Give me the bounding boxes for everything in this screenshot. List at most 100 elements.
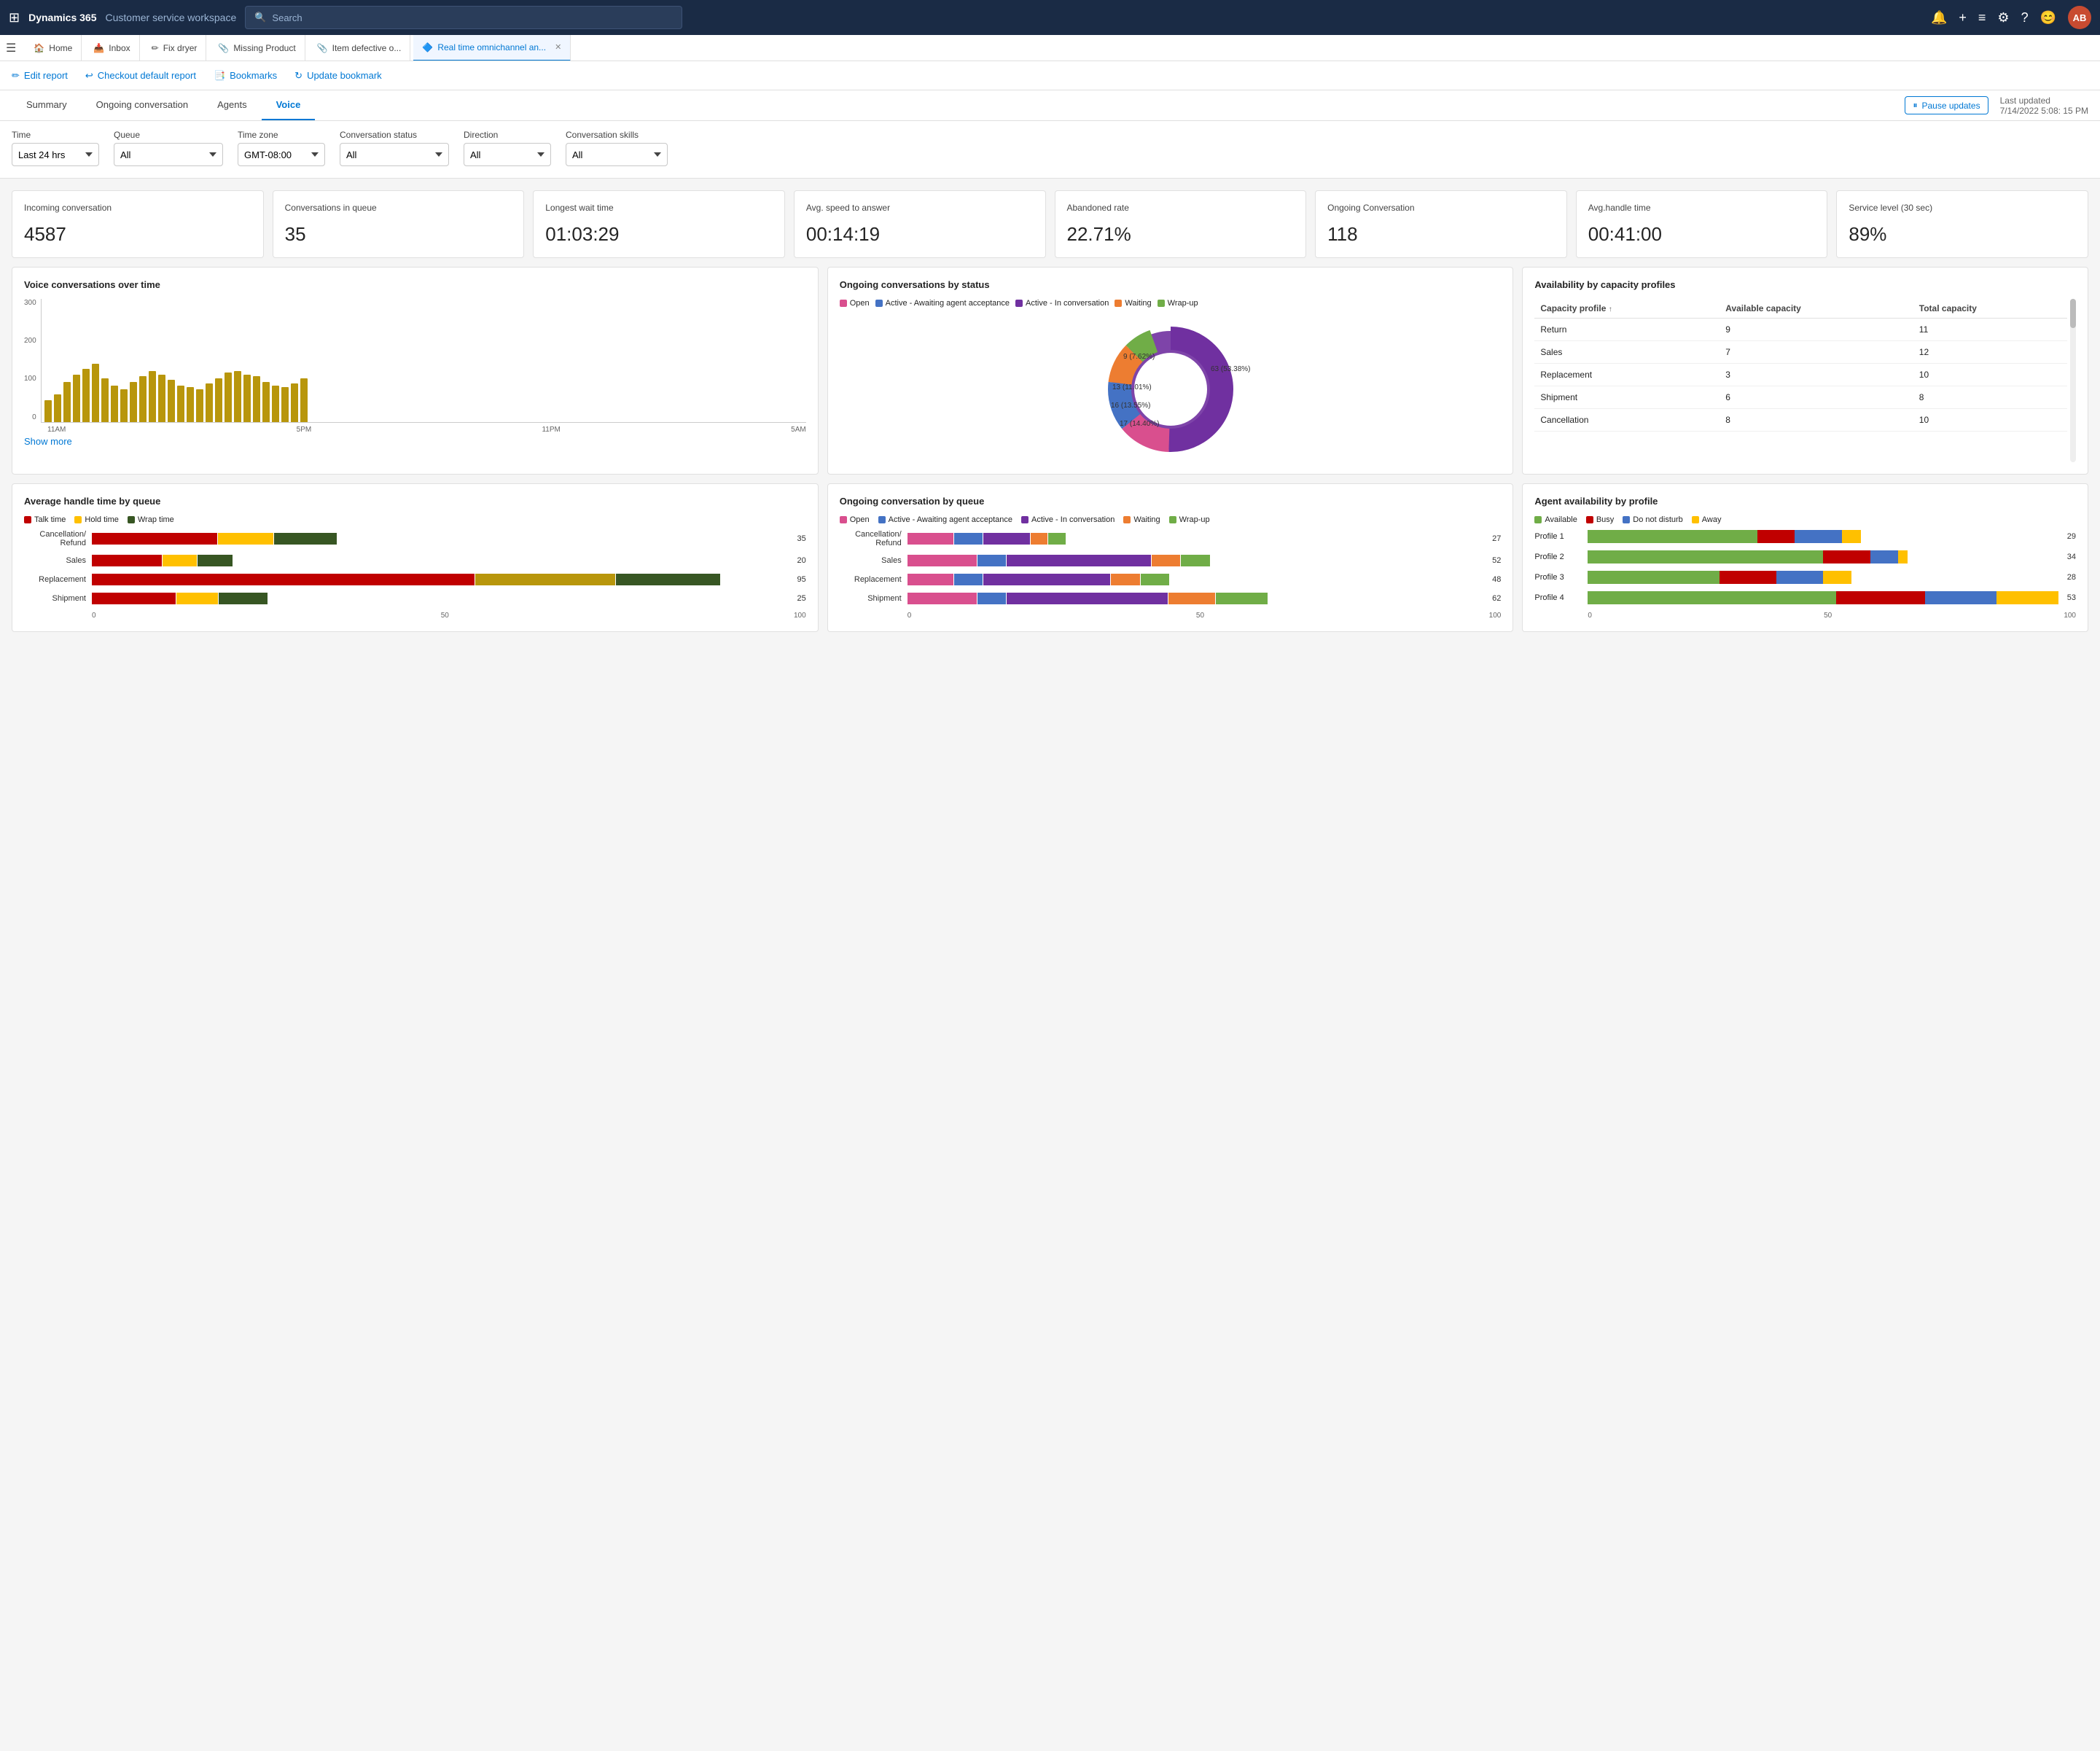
charts-row-1: Voice conversations over time 300 200 10… — [12, 267, 2088, 475]
home-icon: 🏠 — [34, 43, 44, 53]
agent-hbar-profile3 — [1588, 571, 2058, 584]
filter-skills: Conversation skills All — [566, 130, 668, 166]
table-row: Replacement 3 10 — [1534, 363, 2067, 386]
hbar-shipment — [92, 593, 788, 604]
avatar[interactable]: AB — [2068, 6, 2091, 29]
bar — [196, 389, 203, 422]
tab-voice[interactable]: Voice — [262, 90, 316, 120]
tab-summary[interactable]: Summary — [12, 90, 82, 120]
ongoing-queue-chart: Cancellation/Refund 27 Sales — [840, 530, 1502, 620]
bookmarks-icon: 📑 — [214, 70, 225, 82]
oq-in-conv-sales — [1007, 555, 1151, 566]
update-bookmark-button[interactable]: ↻ Update bookmark — [294, 70, 382, 82]
app-brand: Dynamics 365 — [28, 12, 96, 23]
filter-queue: Queue All — [114, 130, 223, 166]
kpi-in-queue-title: Conversations in queue — [285, 203, 512, 214]
y-label-0: 0 — [32, 413, 36, 421]
tab-fix-dryer[interactable]: ✏ Fix dryer — [143, 35, 207, 61]
profile-replacement: Replacement — [1534, 363, 1720, 386]
bar — [291, 383, 298, 422]
sidebar-toggle[interactable]: ☰ — [6, 41, 16, 55]
notification-icon[interactable]: 🔔 — [1931, 10, 1947, 26]
filter-queue-select[interactable]: All — [114, 143, 223, 166]
oq-hbar-replacement — [907, 574, 1483, 585]
sort-icon[interactable]: ↑ — [1609, 305, 1612, 313]
kpi-avg-handle-title: Avg.handle time — [1588, 203, 1816, 214]
legend-busy-dot — [1586, 516, 1593, 523]
pause-updates-button[interactable]: ⏸ Pause updates — [1905, 96, 1988, 114]
hbar-label-shipment: Shipment — [24, 594, 86, 603]
legend-dnd-dot — [1623, 516, 1630, 523]
last-updated: Last updated 7/14/2022 5:08: 15 PM — [2000, 95, 2088, 116]
legend-away-dot — [1692, 516, 1699, 523]
ongoing-by-status-card: Ongoing conversations by status Open Act… — [827, 267, 1514, 475]
legend-away: Away — [1692, 515, 1722, 524]
oq-value-shipment: 62 — [1492, 594, 1501, 603]
avg-handle-x-axis: 0 50 100 — [24, 612, 806, 620]
legend-hold-time: Hold time — [74, 515, 118, 524]
tab-item-defective[interactable]: 📎 Item defective o... — [308, 35, 411, 61]
feedback-icon[interactable]: 😊 — [2040, 10, 2056, 26]
filter-direction: Direction All — [464, 130, 551, 166]
x-label-5am: 5AM — [791, 426, 806, 434]
show-more-link[interactable]: Show more — [24, 436, 72, 447]
agent-avail-p2 — [1588, 550, 1823, 563]
legend-oq-awaiting: Active - Awaiting agent acceptance — [878, 515, 1012, 524]
settings-icon[interactable]: ⚙ — [1997, 10, 2009, 26]
legend-oq-in-conv-dot — [1021, 516, 1028, 523]
legend-oq-open-dot — [840, 516, 847, 523]
tab-missing-product[interactable]: 📎 Missing Product — [209, 35, 305, 61]
ongoing-by-queue-title: Ongoing conversation by queue — [840, 496, 1502, 507]
filter-skills-select[interactable]: All — [566, 143, 668, 166]
menu-icon[interactable]: ≡ — [1978, 10, 1986, 26]
tab-home[interactable]: 🏠 Home — [25, 35, 82, 61]
legend-active-in-conv: Active - In conversation — [1015, 299, 1109, 308]
oq-row-replacement: Replacement 48 — [840, 574, 1502, 585]
filter-direction-select[interactable]: All — [464, 143, 551, 166]
bookmarks-button[interactable]: 📑 Bookmarks — [214, 70, 277, 82]
agent-value-p3: 28 — [2067, 573, 2076, 582]
hbar-sales — [92, 555, 788, 566]
tab-agents[interactable]: Agents — [203, 90, 261, 120]
kpi-in-queue-value: 35 — [285, 223, 512, 246]
kpi-incoming: Incoming conversation 4587 — [12, 190, 264, 258]
top-navigation: ⊞ Dynamics 365 Customer service workspac… — [0, 0, 2100, 35]
filter-timezone: Time zone GMT-08:00 — [238, 130, 325, 166]
report-tabs: Summary Ongoing conversation Agents Voic… — [0, 90, 2100, 121]
total-sales: 12 — [1913, 340, 2067, 363]
filter-conv-status-select[interactable]: All — [340, 143, 449, 166]
search-bar[interactable]: 🔍 Search — [245, 6, 682, 29]
agent-availability-title: Agent availability by profile — [1534, 496, 2076, 507]
filter-time-select[interactable]: Last 24 hrs Last 7 days — [12, 143, 99, 166]
filter-timezone-select[interactable]: GMT-08:00 — [238, 143, 325, 166]
oq-open-shipment — [907, 593, 977, 604]
scrollbar-thumb[interactable] — [2070, 299, 2076, 328]
hbar-value-replacement: 95 — [797, 575, 805, 584]
capacity-table-scroll[interactable]: Capacity profile ↑ Available capacity To… — [1534, 299, 2067, 462]
tab-close-icon[interactable]: ✕ — [555, 42, 561, 52]
scrollbar[interactable] — [2070, 299, 2076, 462]
col-available-capacity: Available capacity — [1720, 299, 1913, 319]
add-icon[interactable]: + — [1959, 10, 1967, 26]
checkout-default-button[interactable]: ↩ Checkout default report — [85, 70, 196, 82]
edit-report-button[interactable]: ✏ Edit report — [12, 70, 68, 82]
tab-ongoing-conv[interactable]: Ongoing conversation — [82, 90, 203, 120]
hbar-talk-cancellation — [92, 533, 217, 545]
hbar-wrap-replacement — [616, 574, 720, 585]
y-label-300: 300 — [24, 299, 36, 307]
oq-x-axis: 0 50 100 — [840, 612, 1502, 620]
agent-hbar-profile1 — [1588, 530, 2058, 543]
oq-open-sales — [907, 555, 977, 566]
agent-value-p1: 29 — [2067, 532, 2076, 541]
oq-waiting-sales — [1152, 555, 1181, 566]
profile-cancellation: Cancellation — [1534, 408, 1720, 431]
grid-icon[interactable]: ⊞ — [9, 10, 20, 26]
profile-sales: Sales — [1534, 340, 1720, 363]
x-label-11pm: 11PM — [542, 426, 560, 434]
kpi-in-queue: Conversations in queue 35 — [273, 190, 525, 258]
agent-away-p2 — [1898, 550, 1908, 563]
help-icon[interactable]: ? — [2021, 10, 2029, 26]
table-row: Cancellation 8 10 — [1534, 408, 2067, 431]
tab-real-time[interactable]: 🔷 Real time omnichannel an... ✕ — [413, 35, 571, 61]
tab-inbox[interactable]: 📥 Inbox — [85, 35, 139, 61]
